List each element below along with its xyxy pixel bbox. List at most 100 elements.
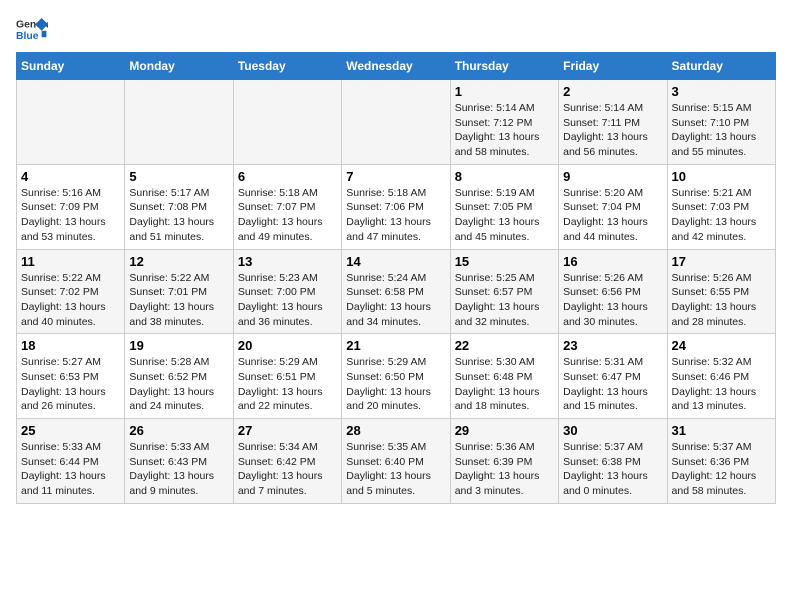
day-info: Sunrise: 5:19 AM Sunset: 7:05 PM Dayligh… xyxy=(455,186,554,245)
day-number: 31 xyxy=(672,423,771,438)
day-number: 12 xyxy=(129,254,228,269)
day-cell: 12 Sunrise: 5:22 AM Sunset: 7:01 PM Dayli… xyxy=(125,249,233,334)
day-info: Sunrise: 5:23 AM Sunset: 7:00 PM Dayligh… xyxy=(238,271,337,330)
weekday-header-friday: Friday xyxy=(559,53,667,80)
svg-text:Blue: Blue xyxy=(16,31,39,42)
day-cell: 6 Sunrise: 5:18 AM Sunset: 7:07 PM Daylig… xyxy=(233,164,341,249)
logo-icon: General Blue xyxy=(16,16,48,44)
day-info: Sunrise: 5:31 AM Sunset: 6:47 PM Dayligh… xyxy=(563,355,662,414)
day-info: Sunrise: 5:14 AM Sunset: 7:12 PM Dayligh… xyxy=(455,101,554,160)
week-row-2: 4Sunrise: 5:16 AM Sunset: 7:09 PM Daylig… xyxy=(17,164,776,249)
weekday-header-saturday: Saturday xyxy=(667,53,775,80)
day-cell: 18Sunrise: 5:27 AM Sunset: 6:53 PM Dayli… xyxy=(17,334,125,419)
day-info: Sunrise: 5:15 AM Sunset: 7:10 PM Dayligh… xyxy=(672,101,771,160)
week-row-3: 11Sunrise: 5:22 AM Sunset: 7:02 PM Dayli… xyxy=(17,249,776,334)
day-cell: 14Sunrise: 5:24 AM Sunset: 6:58 PM Dayli… xyxy=(342,249,450,334)
day-info: Sunrise: 5:26 AM Sunset: 6:56 PM Dayligh… xyxy=(563,271,662,330)
day-info: Sunrise: 5:32 AM Sunset: 6:46 PM Dayligh… xyxy=(672,355,771,414)
day-cell: 17Sunrise: 5:26 AM Sunset: 6:55 PM Dayli… xyxy=(667,249,775,334)
day-number: 29 xyxy=(455,423,554,438)
day-cell: 24Sunrise: 5:32 AM Sunset: 6:46 PM Dayli… xyxy=(667,334,775,419)
day-info: Sunrise: 5:29 AM Sunset: 6:51 PM Dayligh… xyxy=(238,355,337,414)
day-cell: 4Sunrise: 5:16 AM Sunset: 7:09 PM Daylig… xyxy=(17,164,125,249)
day-info: Sunrise: 5:21 AM Sunset: 7:03 PM Dayligh… xyxy=(672,186,771,245)
day-number: 10 xyxy=(672,169,771,184)
day-cell xyxy=(17,80,125,165)
day-number: 8 xyxy=(455,169,554,184)
day-cell: 2 Sunrise: 5:14 AM Sunset: 7:11 PM Daylig… xyxy=(559,80,667,165)
day-cell: 3 Sunrise: 5:15 AM Sunset: 7:10 PM Daylig… xyxy=(667,80,775,165)
week-row-4: 18Sunrise: 5:27 AM Sunset: 6:53 PM Dayli… xyxy=(17,334,776,419)
week-row-1: 1 Sunrise: 5:14 AM Sunset: 7:12 PM Daylig… xyxy=(17,80,776,165)
day-number: 18 xyxy=(21,338,120,353)
day-number: 11 xyxy=(21,254,120,269)
day-cell: 29 Sunrise: 5:36 AM Sunset: 6:39 PM Dayli… xyxy=(450,419,558,504)
day-cell: 1 Sunrise: 5:14 AM Sunset: 7:12 PM Daylig… xyxy=(450,80,558,165)
day-cell: 23 Sunrise: 5:31 AM Sunset: 6:47 PM Dayli… xyxy=(559,334,667,419)
day-number: 17 xyxy=(672,254,771,269)
day-info: Sunrise: 5:29 AM Sunset: 6:50 PM Dayligh… xyxy=(346,355,445,414)
day-info: Sunrise: 5:35 AM Sunset: 6:40 PM Dayligh… xyxy=(346,440,445,499)
day-number: 13 xyxy=(238,254,337,269)
day-cell xyxy=(125,80,233,165)
day-cell xyxy=(233,80,341,165)
day-info: Sunrise: 5:37 AM Sunset: 6:36 PM Dayligh… xyxy=(672,440,771,499)
day-cell: 26 Sunrise: 5:33 AM Sunset: 6:43 PM Dayli… xyxy=(125,419,233,504)
day-info: Sunrise: 5:18 AM Sunset: 7:06 PM Dayligh… xyxy=(346,186,445,245)
weekday-header-tuesday: Tuesday xyxy=(233,53,341,80)
day-info: Sunrise: 5:22 AM Sunset: 7:01 PM Dayligh… xyxy=(129,271,228,330)
day-number: 20 xyxy=(238,338,337,353)
weekday-header-sunday: Sunday xyxy=(17,53,125,80)
day-number: 7 xyxy=(346,169,445,184)
day-info: Sunrise: 5:33 AM Sunset: 6:43 PM Dayligh… xyxy=(129,440,228,499)
day-info: Sunrise: 5:25 AM Sunset: 6:57 PM Dayligh… xyxy=(455,271,554,330)
day-number: 16 xyxy=(563,254,662,269)
day-info: Sunrise: 5:14 AM Sunset: 7:11 PM Dayligh… xyxy=(563,101,662,160)
day-number: 6 xyxy=(238,169,337,184)
day-info: Sunrise: 5:37 AM Sunset: 6:38 PM Dayligh… xyxy=(563,440,662,499)
weekday-header-wednesday: Wednesday xyxy=(342,53,450,80)
calendar-table: SundayMondayTuesdayWednesdayThursdayFrid… xyxy=(16,52,776,504)
day-cell: 13 Sunrise: 5:23 AM Sunset: 7:00 PM Dayli… xyxy=(233,249,341,334)
day-cell: 9Sunrise: 5:20 AM Sunset: 7:04 PM Daylig… xyxy=(559,164,667,249)
day-cell: 15Sunrise: 5:25 AM Sunset: 6:57 PM Dayli… xyxy=(450,249,558,334)
logo: General Blue xyxy=(16,16,52,44)
day-info: Sunrise: 5:24 AM Sunset: 6:58 PM Dayligh… xyxy=(346,271,445,330)
day-cell: 10 Sunrise: 5:21 AM Sunset: 7:03 PM Dayli… xyxy=(667,164,775,249)
page-header: General Blue xyxy=(16,16,776,44)
day-cell: 27Sunrise: 5:34 AM Sunset: 6:42 PM Dayli… xyxy=(233,419,341,504)
day-cell: 16 Sunrise: 5:26 AM Sunset: 6:56 PM Dayli… xyxy=(559,249,667,334)
day-cell: 31 Sunrise: 5:37 AM Sunset: 6:36 PM Dayli… xyxy=(667,419,775,504)
day-number: 25 xyxy=(21,423,120,438)
day-info: Sunrise: 5:30 AM Sunset: 6:48 PM Dayligh… xyxy=(455,355,554,414)
day-info: Sunrise: 5:36 AM Sunset: 6:39 PM Dayligh… xyxy=(455,440,554,499)
day-info: Sunrise: 5:33 AM Sunset: 6:44 PM Dayligh… xyxy=(21,440,120,499)
day-cell: 28Sunrise: 5:35 AM Sunset: 6:40 PM Dayli… xyxy=(342,419,450,504)
day-number: 19 xyxy=(129,338,228,353)
day-number: 5 xyxy=(129,169,228,184)
week-row-5: 25 Sunrise: 5:33 AM Sunset: 6:44 PM Dayli… xyxy=(17,419,776,504)
calendar-body: 1 Sunrise: 5:14 AM Sunset: 7:12 PM Daylig… xyxy=(17,80,776,504)
day-cell: 11Sunrise: 5:22 AM Sunset: 7:02 PM Dayli… xyxy=(17,249,125,334)
day-number: 3 xyxy=(672,84,771,99)
day-number: 2 xyxy=(563,84,662,99)
day-cell: 8 Sunrise: 5:19 AM Sunset: 7:05 PM Daylig… xyxy=(450,164,558,249)
day-number: 23 xyxy=(563,338,662,353)
day-number: 4 xyxy=(21,169,120,184)
day-cell xyxy=(342,80,450,165)
day-info: Sunrise: 5:18 AM Sunset: 7:07 PM Dayligh… xyxy=(238,186,337,245)
day-info: Sunrise: 5:17 AM Sunset: 7:08 PM Dayligh… xyxy=(129,186,228,245)
day-cell: 22 Sunrise: 5:30 AM Sunset: 6:48 PM Dayli… xyxy=(450,334,558,419)
day-info: Sunrise: 5:20 AM Sunset: 7:04 PM Dayligh… xyxy=(563,186,662,245)
day-cell: 21 Sunrise: 5:29 AM Sunset: 6:50 PM Dayli… xyxy=(342,334,450,419)
weekday-header-thursday: Thursday xyxy=(450,53,558,80)
day-number: 21 xyxy=(346,338,445,353)
day-cell: 30Sunrise: 5:37 AM Sunset: 6:38 PM Dayli… xyxy=(559,419,667,504)
day-number: 22 xyxy=(455,338,554,353)
day-number: 26 xyxy=(129,423,228,438)
weekday-header-row: SundayMondayTuesdayWednesdayThursdayFrid… xyxy=(17,53,776,80)
weekday-header-monday: Monday xyxy=(125,53,233,80)
day-cell: 20 Sunrise: 5:29 AM Sunset: 6:51 PM Dayli… xyxy=(233,334,341,419)
day-cell: 19Sunrise: 5:28 AM Sunset: 6:52 PM Dayli… xyxy=(125,334,233,419)
day-number: 1 xyxy=(455,84,554,99)
